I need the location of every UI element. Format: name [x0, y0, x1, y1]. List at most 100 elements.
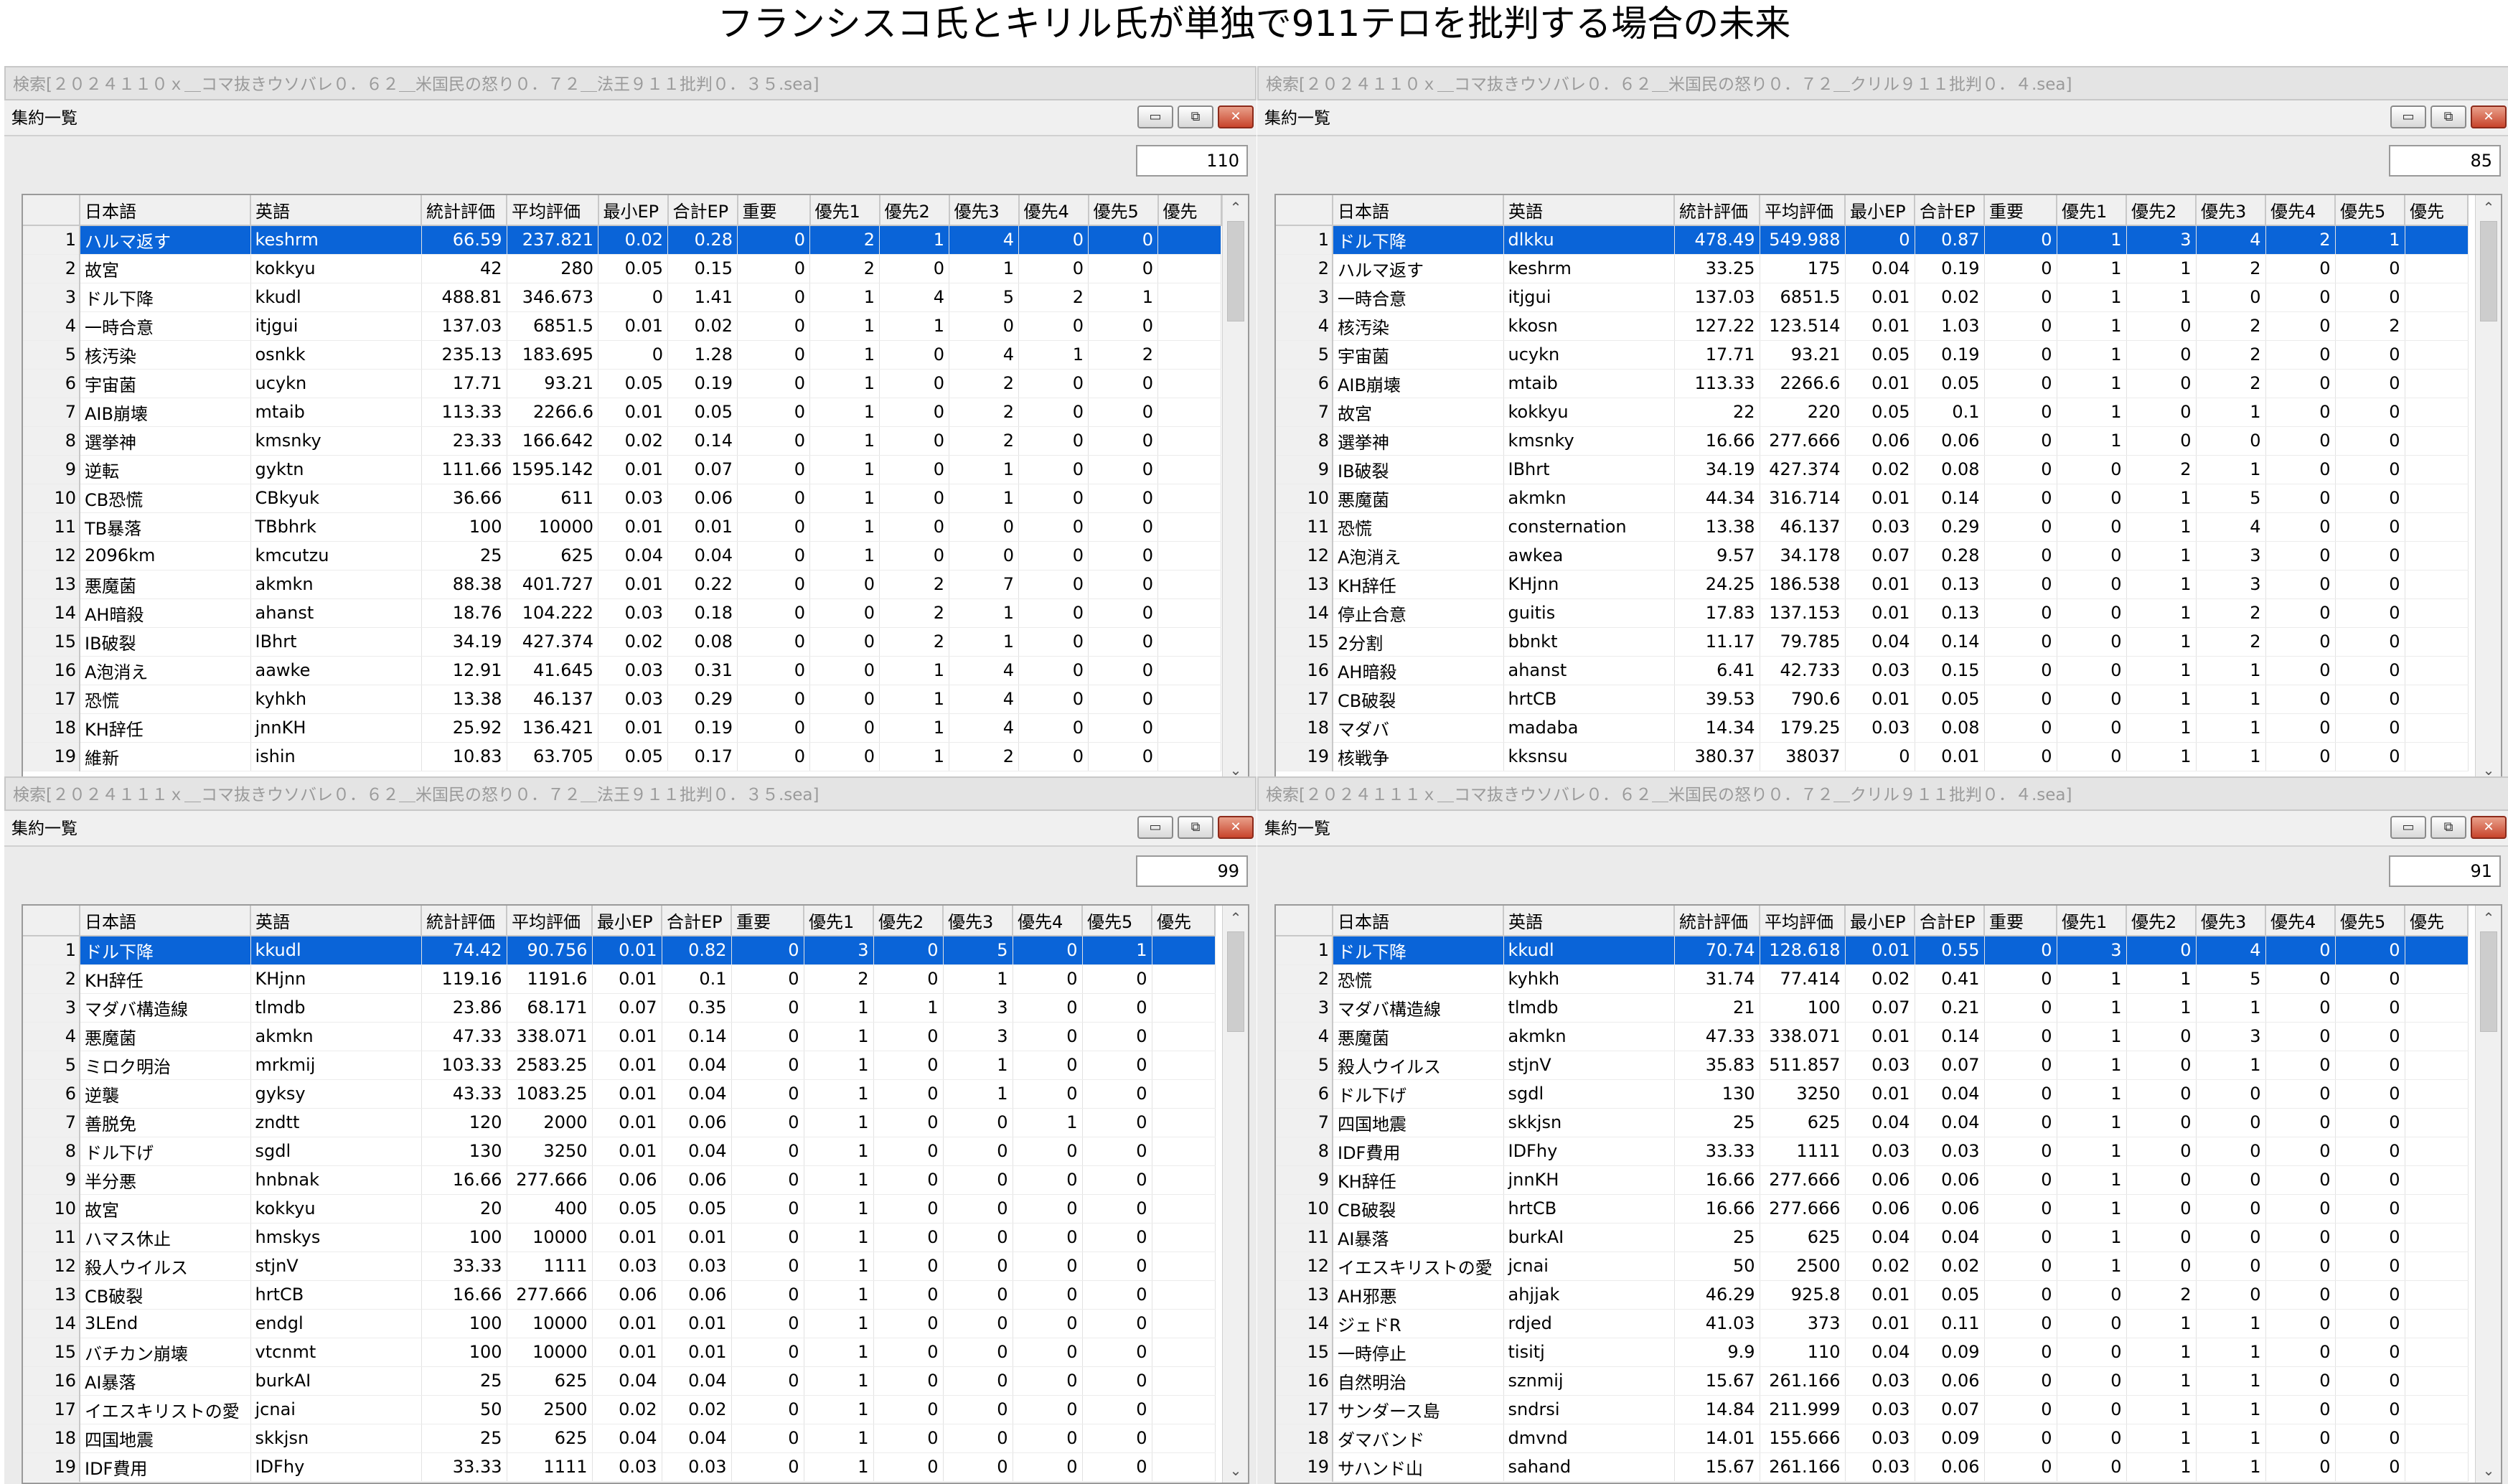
- table-row[interactable]: 13 悪魔菌 akmkn 88.38 401.727 0.01 0.22 0 0 2 7 0 0: [23, 570, 1222, 599]
- record-count-field[interactable]: 99: [1136, 855, 1248, 887]
- table-row[interactable]: 4 悪魔菌 akmkn 47.33 338.071 0.01 0.14 0 1 0 3 0 0: [1276, 1022, 2469, 1051]
- column-header[interactable]: 優先5: [2335, 195, 2405, 226]
- column-header[interactable]: 優先3: [949, 195, 1020, 226]
- column-header[interactable]: 英語: [1503, 195, 1675, 226]
- table-row[interactable]: 16 AH暗殺 ahanst 6.41 42.733 0.03 0.15 0 0 1 1 0 0: [1276, 656, 2469, 685]
- table-row[interactable]: 14 ジェドR rdjed 41.03 373 0.01 0.11 0 0 1 1 0 0: [1276, 1309, 2469, 1338]
- column-header[interactable]: 平均評価: [1760, 906, 1846, 936]
- column-header[interactable]: 重要: [737, 195, 811, 226]
- restore-button[interactable]: ⧉: [2430, 105, 2466, 128]
- table-row[interactable]: 13 CB破裂 hrtCB 16.66 277.666 0.06 0.06 0 1 0 0 0 0: [23, 1280, 1216, 1310]
- table-row[interactable]: 18 四国地震 skkjsn 25 625 0.04 0.04 0 1 0 0 0 0: [23, 1424, 1216, 1453]
- column-header[interactable]: 優先5: [1082, 906, 1152, 936]
- column-header[interactable]: 優先2: [879, 195, 950, 226]
- column-header[interactable]: 合計EP: [1915, 195, 1985, 226]
- table-row[interactable]: 11 ハマス休止 hmskys 100 10000 0.01 0.01 0 1 0 0 0 0: [23, 1223, 1216, 1252]
- column-header[interactable]: 平均評価: [1760, 195, 1846, 226]
- scroll-thumb[interactable]: [2480, 931, 2497, 1032]
- table-row[interactable]: 18 ダマバンド dmvnd 14.01 155.666 0.03 0.09 0 0 1 1 0 0: [1276, 1424, 2469, 1453]
- column-header[interactable]: 優先1: [2057, 195, 2127, 226]
- table-row[interactable]: 1 ドル下降 dlkku 478.49 549.988 0 0.87 0 1 3 4 2 1: [1276, 225, 2469, 255]
- table-row[interactable]: 8 選挙神 kmsnky 16.66 277.666 0.06 0.06 0 1 0 0 0 0: [1276, 426, 2469, 456]
- column-header[interactable]: 平均評価: [507, 195, 599, 226]
- column-header[interactable]: 優先3: [2196, 906, 2266, 936]
- table-row[interactable]: 18 マダバ madaba 14.34 179.25 0.03 0.08 0 0 1 1 0 0: [1276, 713, 2469, 743]
- scroll-up-icon[interactable]: ⌃: [2476, 197, 2501, 218]
- table-row[interactable]: 5 殺人ウイルス stjnV 35.83 511.857 0.03 0.07 0 1 0 1 0 0: [1276, 1051, 2469, 1080]
- column-header[interactable]: 最小EP: [592, 906, 662, 936]
- table-row[interactable]: 16 A泡消え aawke 12.91 41.645 0.03 0.31 0 0 1 4 0 0: [23, 656, 1222, 685]
- column-header[interactable]: 日本語: [1333, 195, 1504, 226]
- table-row[interactable]: 6 逆襲 gyksy 43.33 1083.25 0.01 0.04 0 1 0 1 0 0: [23, 1079, 1216, 1109]
- column-header[interactable]: 最小EP: [1845, 906, 1915, 936]
- table-row[interactable]: 19 IDF費用 IDFhy 33.33 1111 0.03 0.03 0 1 0 0 0 0: [23, 1452, 1216, 1482]
- column-header[interactable]: 優先3: [943, 906, 1013, 936]
- vertical-scrollbar[interactable]: ⌃ ⌄: [2475, 195, 2501, 782]
- column-header[interactable]: 優先2: [2126, 906, 2197, 936]
- column-header[interactable]: 英語: [1503, 906, 1675, 936]
- column-header[interactable]: 統計評価: [421, 195, 507, 226]
- table-row[interactable]: 5 ミロク明治 mrkmij 103.33 2583.25 0.01 0.04 0 1 0 1 0 0: [23, 1051, 1216, 1080]
- minimize-button[interactable]: ▭: [1137, 105, 1173, 128]
- table-row[interactable]: 3 マダバ構造線 tlmdb 23.86 68.171 0.07 0.35 0 1 1 3 0 0: [23, 993, 1216, 1023]
- vertical-scrollbar[interactable]: ⌃ ⌄: [1222, 906, 1248, 1483]
- column-header[interactable]: 優先: [2405, 906, 2469, 936]
- close-button[interactable]: ✕: [2471, 816, 2507, 839]
- table-row[interactable]: 4 核汚染 kkosn 127.22 123.514 0.01 1.03 0 1 0 2 0 2: [1276, 311, 2469, 341]
- column-header[interactable]: 優先2: [873, 906, 944, 936]
- table-row[interactable]: 10 悪魔菌 akmkn 44.34 316.714 0.01 0.14 0 0 1 5 0 0: [1276, 484, 2469, 513]
- table-row[interactable]: 14 停止合意 guitis 17.83 137.153 0.01 0.13 0 0 1 2 0 0: [1276, 598, 2469, 628]
- restore-button[interactable]: ⧉: [2430, 816, 2466, 839]
- column-header[interactable]: 合計EP: [662, 906, 732, 936]
- table-row[interactable]: 11 恐慌 consternation 13.38 46.137 0.03 0.29 0 0 1 4…: [1276, 512, 2469, 542]
- column-header[interactable]: 重要: [1984, 906, 2057, 936]
- table-row[interactable]: 3 一時合意 itjgui 137.03 6851.5 0.01 0.02 0 1 1 0 0 0: [1276, 283, 2469, 312]
- column-header[interactable]: 優先5: [1088, 195, 1159, 226]
- column-header[interactable]: 優先1: [804, 906, 874, 936]
- table-row[interactable]: 11 TB暴落 TBbhrk 100 10000 0.01 0.01 0 1 0 0 0 0: [23, 512, 1222, 542]
- column-header[interactable]: 優先: [1152, 906, 1216, 936]
- column-header[interactable]: 統計評価: [1674, 195, 1760, 226]
- results-grid[interactable]: 日本語 英語 統計評価 平均評価 最小EP 合計EP 重要 優先1 優先2 優先3 優先4 優先5 優先…: [22, 194, 1249, 784]
- table-row[interactable]: 7 四国地震 skkjsn 25 625 0.04 0.04 0 1 0 0 0 0: [1276, 1108, 2469, 1137]
- column-header[interactable]: 優先4: [1018, 195, 1089, 226]
- table-row[interactable]: 14 3LEnd endgl 100 10000 0.01 0.01 0 1 0 0 0 0: [23, 1309, 1216, 1338]
- table-row[interactable]: 13 KH辞任 KHjnn 24.25 186.538 0.01 0.13 0 0 1 3 0 0: [1276, 570, 2469, 599]
- scroll-up-icon[interactable]: ⌃: [1223, 907, 1248, 929]
- table-row[interactable]: 15 バチカン崩壊 vtcnmt 100 10000 0.01 0.01 0 1 0 0 0 0: [23, 1338, 1216, 1367]
- column-header[interactable]: 最小EP: [598, 195, 669, 226]
- table-row[interactable]: 6 宇宙菌 ucykn 17.71 93.21 0.05 0.19 0 1 0 2 0 0: [23, 369, 1222, 398]
- table-row[interactable]: 19 サハンド山 sahand 15.67 261.166 0.03 0.06 0 0 1 1 0 0: [1276, 1452, 2469, 1482]
- results-grid[interactable]: 日本語 英語 統計評価 平均評価 最小EP 合計EP 重要 優先1 優先2 優先3 優先4 優先5 優先…: [1274, 904, 2502, 1484]
- table-row[interactable]: 1 ドル下降 kkudl 74.42 90.756 0.01 0.82 0 3 0 5 0 1: [23, 936, 1216, 965]
- table-row[interactable]: 10 CB破裂 hrtCB 16.66 277.666 0.06 0.06 0 1 0 0 0 0: [1276, 1194, 2469, 1224]
- table-row[interactable]: 4 一時合意 itjgui 137.03 6851.5 0.01 0.02 0 1 1 0 0 0: [23, 311, 1222, 341]
- minimize-button[interactable]: ▭: [2390, 816, 2426, 839]
- table-row[interactable]: 19 維新 ishin 10.83 63.705 0.05 0.17 0 0 1 2 0 0: [23, 742, 1222, 771]
- column-header[interactable]: 優先4: [2265, 906, 2336, 936]
- table-row[interactable]: 12 A泡消え awkea 9.57 34.178 0.07 0.28 0 0 1 3 0 0: [1276, 541, 2469, 570]
- minimize-button[interactable]: ▭: [2390, 105, 2426, 128]
- table-row[interactable]: 9 KH辞任 jnnKH 16.66 277.666 0.06 0.06 0 1 0 0 0 0: [1276, 1165, 2469, 1195]
- table-row[interactable]: 5 宇宙菌 ucykn 17.71 93.21 0.05 0.19 0 1 0 2 0 0: [1276, 340, 2469, 370]
- table-row[interactable]: 2 ハルマ返す keshrm 33.25 175 0.04 0.19 0 1 1 2 0 0: [1276, 254, 2469, 283]
- record-count-field[interactable]: 110: [1136, 145, 1248, 177]
- restore-button[interactable]: ⧉: [1178, 105, 1213, 128]
- column-header[interactable]: 優先2: [2126, 195, 2197, 226]
- table-row[interactable]: 15 一時停止 tisitj 9.9 110 0.04 0.09 0 0 1 1 0 0: [1276, 1338, 2469, 1367]
- vertical-scrollbar[interactable]: ⌃ ⌄: [2475, 906, 2501, 1483]
- table-row[interactable]: 11 AI暴落 burkAI 25 625 0.04 0.04 0 1 0 0 0 0: [1276, 1223, 2469, 1252]
- table-row[interactable]: 10 CB恐慌 CBkyuk 36.66 611 0.03 0.06 0 1 0 1 0 0: [23, 484, 1222, 513]
- column-header[interactable]: 日本語: [1333, 906, 1504, 936]
- table-row[interactable]: 8 ドル下げ sgdl 130 3250 0.01 0.04 0 1 0 0 0 0: [23, 1137, 1216, 1166]
- scroll-up-icon[interactable]: ⌃: [2476, 907, 2501, 929]
- table-row[interactable]: 17 サンダース島 sndrsi 14.84 211.999 0.03 0.07 0 0 1 1 0 0: [1276, 1395, 2469, 1424]
- results-grid[interactable]: 日本語 英語 統計評価 平均評価 最小EP 合計EP 重要 優先1 優先2 優先3 優先4 優先5 優先…: [1274, 194, 2502, 784]
- table-row[interactable]: 19 核戦争 kksnsu 380.37 38037 0 0.01 0 0 1 1 0 0: [1276, 742, 2469, 771]
- table-row[interactable]: 9 IB破裂 IBhrt 34.19 427.374 0.02 0.08 0 0 2 1 0 0: [1276, 455, 2469, 484]
- table-row[interactable]: 1 ハルマ返す keshrm 66.59 237.821 0.02 0.28 0 2 1 4 0 0: [23, 225, 1222, 255]
- column-header[interactable]: 優先3: [2196, 195, 2266, 226]
- table-row[interactable]: 6 ドル下げ sgdl 130 3250 0.01 0.04 0 1 0 0 0 0: [1276, 1079, 2469, 1109]
- table-row[interactable]: 17 イエスキリストの愛 jcnai 50 2500 0.02 0.02 0 1 0 0 0 0: [23, 1395, 1216, 1424]
- table-row[interactable]: 1 ドル下降 kkudl 70.74 128.618 0.01 0.55 0 3 0 4 0 0: [1276, 936, 2469, 965]
